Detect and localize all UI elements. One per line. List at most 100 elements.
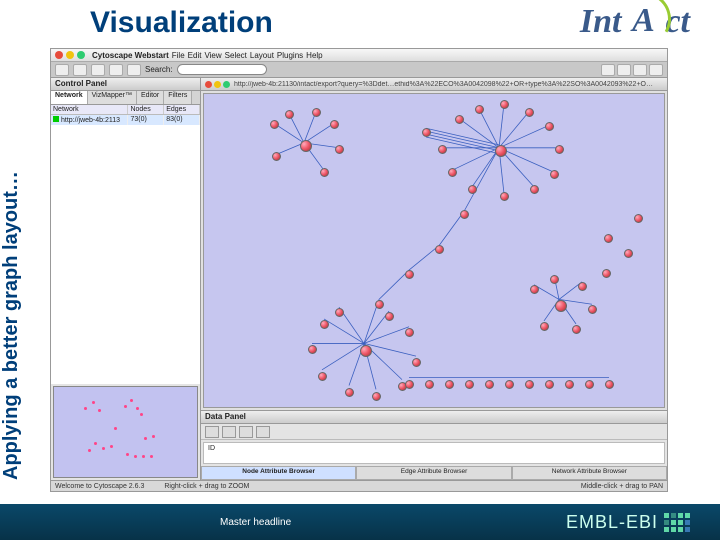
tab-edge-attributes[interactable]: Edge Attribute Browser [356,466,511,480]
graph-node[interactable] [572,325,581,334]
close-icon[interactable] [55,51,63,59]
graph-node[interactable] [605,380,614,389]
graph-node[interactable] [634,214,643,223]
graph-node[interactable] [550,275,559,284]
graph-node[interactable] [375,300,384,309]
graph-node[interactable] [525,108,534,117]
data-panel-delete-button[interactable] [239,426,253,438]
tab-network-attributes[interactable]: Network Attribute Browser [512,466,667,480]
tab-vizmapper[interactable]: VizMapper™ [88,91,137,104]
graph-node[interactable] [405,380,414,389]
menu-view[interactable]: View [204,51,221,60]
graph-node[interactable] [448,168,457,177]
graph-node[interactable] [285,110,294,119]
graph-node[interactable] [565,380,574,389]
toolbar-birdview-button[interactable] [617,64,631,76]
graph-node[interactable] [412,358,421,367]
graph-node[interactable] [385,312,394,321]
toolbar-extra-button[interactable] [649,64,663,76]
embl-ebi-dots-icon [664,513,690,532]
toolbar-open-button[interactable] [55,64,69,76]
minimize-icon[interactable] [214,81,221,88]
graph-node[interactable] [272,152,281,161]
graph-node[interactable] [530,185,539,194]
tab-network[interactable]: Network [51,91,88,104]
graph-node[interactable] [505,380,514,389]
graph-node[interactable] [604,234,613,243]
graph-node[interactable] [475,105,484,114]
graph-node[interactable] [445,380,454,389]
graph-node[interactable] [308,345,317,354]
zoom-icon[interactable] [223,81,230,88]
graph-node[interactable] [425,380,434,389]
graph-node[interactable] [585,380,594,389]
menu-help[interactable]: Help [306,51,322,60]
graph-node[interactable] [360,345,372,357]
graph-node[interactable] [455,115,464,124]
graph-node[interactable] [405,270,414,279]
graph-node[interactable] [320,320,329,329]
menu-select[interactable]: Select [225,51,247,60]
graph-node[interactable] [545,122,554,131]
data-panel-add-button[interactable] [222,426,236,438]
graph-node[interactable] [422,128,431,137]
graph-node[interactable] [320,168,329,177]
graph-node[interactable] [460,210,469,219]
graph-node[interactable] [435,245,444,254]
graph-node[interactable] [550,170,559,179]
search-input[interactable] [177,64,267,75]
menu-plugins[interactable]: Plugins [277,51,303,60]
graph-node[interactable] [555,300,567,312]
graph-node[interactable] [555,145,564,154]
menu-layout[interactable]: Layout [250,51,274,60]
graph-node[interactable] [270,120,279,129]
graph-node[interactable] [495,145,507,157]
graph-node[interactable] [588,305,597,314]
graph-node[interactable] [300,140,312,152]
graph-node[interactable] [335,308,344,317]
close-icon[interactable] [205,81,212,88]
graph-node[interactable] [330,120,339,129]
graph-node[interactable] [624,249,633,258]
menu-edit[interactable]: Edit [188,51,202,60]
data-panel-copy-button[interactable] [256,426,270,438]
toolbar-help-button[interactable] [601,64,615,76]
tab-editor[interactable]: Editor [137,91,164,104]
toolbar-save-button[interactable] [73,64,87,76]
toolbar-zoom-in-button[interactable] [91,64,105,76]
graph-node[interactable] [372,392,381,401]
control-panel-empty [51,125,200,384]
tab-filters[interactable]: Filters [164,91,192,104]
graph-node[interactable] [525,380,534,389]
table-row[interactable]: http://jweb-4b:2113 73(0) 83(0) [51,115,200,125]
graph-node[interactable] [465,380,474,389]
graph-node[interactable] [405,328,414,337]
graph-node[interactable] [545,380,554,389]
graph-node[interactable] [485,380,494,389]
col-nodes[interactable]: Nodes [128,105,164,114]
toolbar-fit-button[interactable] [127,64,141,76]
graph-node[interactable] [578,282,587,291]
minimize-icon[interactable] [66,51,74,59]
menu-file[interactable]: File [172,51,185,60]
col-network[interactable]: Network [51,105,128,114]
network-canvas[interactable] [203,93,665,408]
graph-node[interactable] [318,372,327,381]
graph-node[interactable] [500,192,509,201]
toolbar-zoom-out-button[interactable] [109,64,123,76]
zoom-icon[interactable] [77,51,85,59]
graph-node[interactable] [602,269,611,278]
graph-node[interactable] [468,185,477,194]
toolbar-panel-button[interactable] [633,64,647,76]
data-panel-select-button[interactable] [205,426,219,438]
network-overview[interactable] [53,386,198,478]
graph-node[interactable] [438,145,447,154]
graph-node[interactable] [530,285,539,294]
graph-node[interactable] [312,108,321,117]
graph-node[interactable] [335,145,344,154]
tab-node-attributes[interactable]: Node Attribute Browser [201,466,356,480]
col-edges[interactable]: Edges [164,105,200,114]
graph-node[interactable] [345,388,354,397]
graph-node[interactable] [500,100,509,109]
graph-node[interactable] [540,322,549,331]
